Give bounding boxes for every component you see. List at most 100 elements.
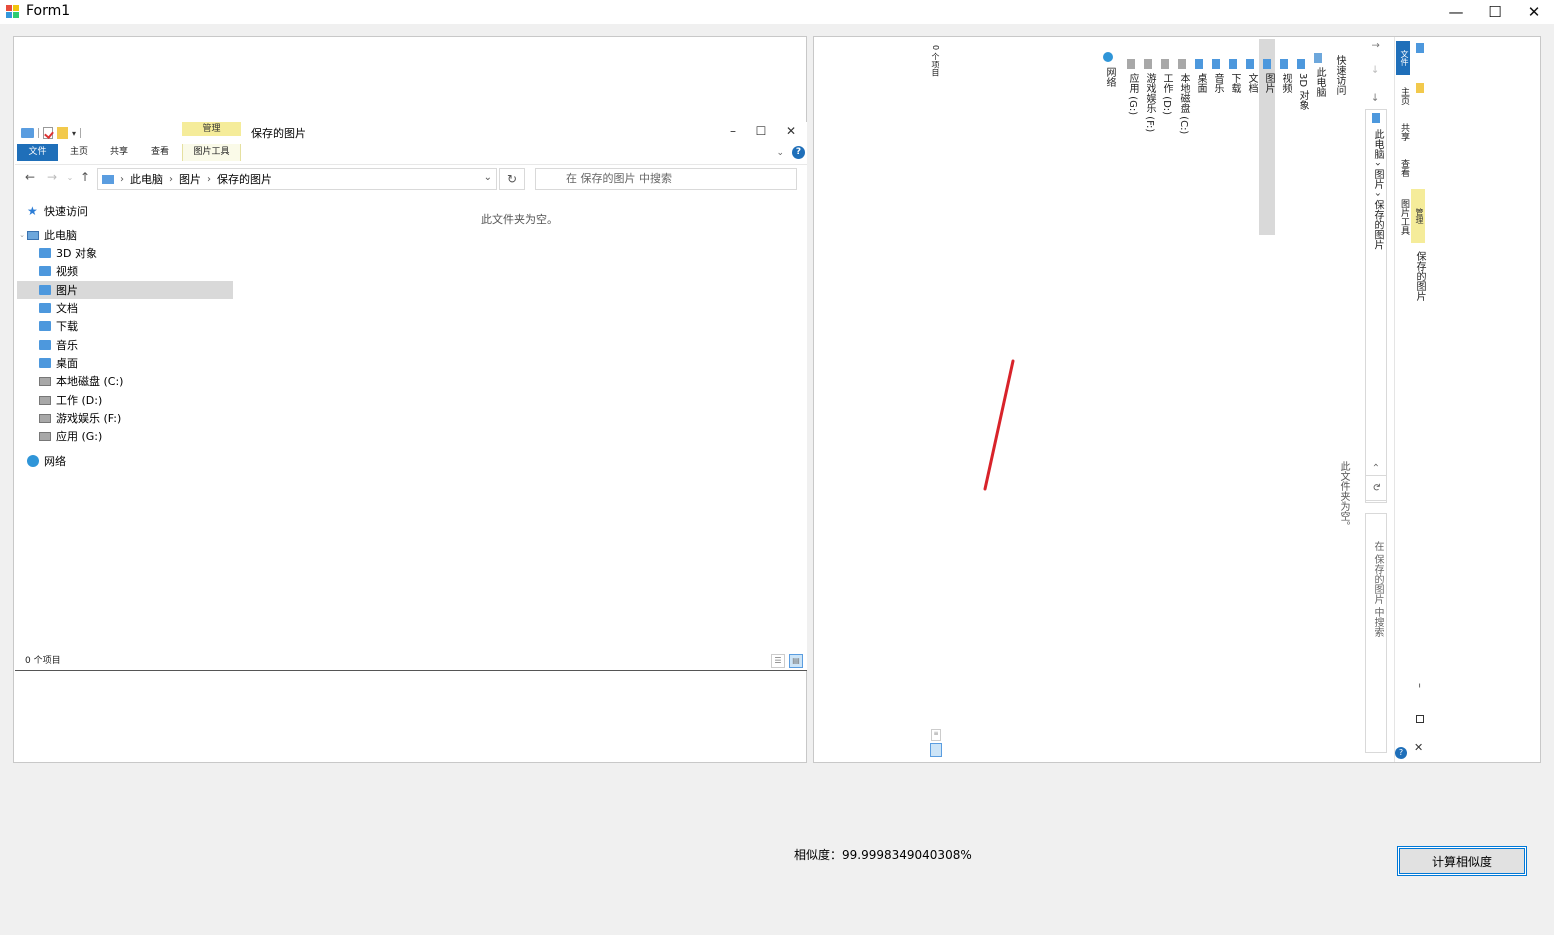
- tab-file[interactable]: 文件: [17, 144, 58, 161]
- rotated-nav-item: 图片: [1263, 73, 1274, 93]
- rotated-manage-tab: 管理: [1411, 189, 1425, 243]
- folder-icon: [1280, 59, 1288, 69]
- nav-pictures[interactable]: 图片: [17, 281, 233, 299]
- folder-icon: [1416, 43, 1424, 53]
- nav-3d-objects[interactable]: 3D 对象: [17, 244, 233, 262]
- nav-videos[interactable]: 视频: [17, 262, 233, 280]
- forward-icon[interactable]: →: [45, 170, 59, 184]
- nav-network[interactable]: 网络: [17, 452, 233, 470]
- window-title: Form1: [26, 3, 71, 19]
- rotated-nav-item: 下载: [1229, 73, 1240, 93]
- folder-icon: [39, 303, 51, 313]
- rotated-close-icon: ✕: [1414, 741, 1424, 754]
- manage-context-tab[interactable]: 管理: [182, 122, 241, 136]
- nav-label: 网络: [44, 455, 66, 468]
- maximize-button[interactable]: ☐: [1475, 0, 1515, 24]
- folder-icon: [1229, 59, 1237, 69]
- nav-downloads[interactable]: 下载: [17, 317, 233, 335]
- app-icon: [6, 5, 19, 18]
- rotated-nav-item: 3D 对象: [1297, 73, 1308, 111]
- folder-icon: [39, 285, 51, 295]
- address-bar[interactable]: › 此电脑 › 图片 › 保存的图片 ⌄: [97, 168, 497, 190]
- breadcrumb-item[interactable]: 保存的图片: [217, 171, 272, 187]
- folder-icon[interactable]: [21, 128, 34, 138]
- separator: [80, 128, 82, 138]
- explorer-close-icon[interactable]: ✕: [781, 124, 801, 138]
- explorer-minimize-icon[interactable]: –: [723, 124, 743, 138]
- recent-dropdown-icon[interactable]: ⌄: [63, 173, 77, 182]
- address-dropdown-icon[interactable]: ⌄: [484, 172, 492, 183]
- separator: [38, 128, 39, 138]
- tab-picture-tools[interactable]: 图片工具: [182, 144, 241, 161]
- network-icon: [1103, 52, 1113, 62]
- divider: [1394, 37, 1395, 762]
- rotated-minimize-icon: –: [1414, 683, 1425, 688]
- rotated-tab-picture-tools: 图片工具: [1399, 199, 1409, 235]
- new-folder-icon: [1416, 83, 1424, 93]
- refresh-glyph: ↻: [1370, 483, 1381, 492]
- nav-drive-g[interactable]: 应用 (G:): [17, 427, 233, 445]
- rotated-nav-item: 工作 (D:): [1161, 73, 1172, 116]
- nav-drive-d[interactable]: 工作 (D:): [17, 391, 233, 409]
- nav-label: 文档: [56, 302, 78, 315]
- source-image-panel: ▾ 管理 保存的图片 – ☐ ✕ 文件 主页 共享 查看 图片工具 ⌄ ? ← …: [13, 36, 807, 763]
- tab-view[interactable]: 查看: [143, 144, 177, 161]
- nav-label: 桌面: [56, 357, 78, 370]
- close-button[interactable]: ✕: [1514, 0, 1554, 24]
- nav-drive-c[interactable]: 本地磁盘 (C:): [17, 372, 233, 390]
- explorer-window: ▾ 管理 保存的图片 – ☐ ✕ 文件 主页 共享 查看 图片工具 ⌄ ? ← …: [15, 122, 807, 670]
- breadcrumb-item[interactable]: 此电脑: [130, 171, 163, 187]
- rotated-search-placeholder: 在 保存的图片 中搜索: [1372, 541, 1383, 638]
- nav-label: 图片: [56, 284, 78, 297]
- refresh-icon[interactable]: ↻: [499, 168, 525, 190]
- nav-label: 游戏娱乐 (F:): [56, 412, 122, 425]
- help-icon[interactable]: ?: [792, 146, 805, 159]
- rotated-nav-item: 音乐: [1212, 73, 1223, 93]
- rotated-details-view-icon: ≡: [931, 729, 941, 741]
- nav-this-pc[interactable]: ⌄ 此电脑: [17, 226, 233, 244]
- rotated-empty-message: 此文件夹为空。: [1338, 461, 1349, 531]
- tab-home[interactable]: 主页: [63, 144, 95, 161]
- nav-label: 此电脑: [44, 229, 77, 242]
- search-input[interactable]: 在 保存的图片 中搜索: [535, 168, 797, 190]
- breadcrumb-item[interactable]: 图片: [179, 171, 201, 187]
- drive-icon: [39, 431, 51, 441]
- tab-share[interactable]: 共享: [103, 144, 135, 161]
- drive-icon: [1161, 59, 1169, 69]
- quick-access-toolbar: ▾: [21, 127, 82, 139]
- calculate-similarity-button[interactable]: 计算相似度: [1397, 846, 1527, 876]
- back-icon[interactable]: ←: [23, 170, 37, 184]
- rotated-dropdown-icon: ‹: [1370, 463, 1381, 467]
- rotated-nav-item: 应用 (G:): [1127, 73, 1138, 116]
- empty-folder-message: 此文件夹为空。: [481, 213, 558, 226]
- explorer-maximize-icon[interactable]: ☐: [751, 124, 771, 138]
- nav-label: 工作 (D:): [56, 394, 103, 407]
- up-icon[interactable]: ↑: [78, 170, 92, 184]
- nav-label: 3D 对象: [56, 247, 97, 260]
- properties-icon[interactable]: [43, 127, 53, 139]
- details-view-icon[interactable]: ☰: [771, 654, 785, 668]
- nav-desktop[interactable]: 桌面: [17, 354, 233, 372]
- folder-icon: [1212, 59, 1220, 69]
- nav-label: 快速访问: [44, 205, 88, 218]
- folder-icon: [1246, 59, 1254, 69]
- rotated-tab-share: 共享: [1399, 123, 1409, 141]
- nav-quick-access[interactable]: ★ 快速访问: [17, 202, 233, 220]
- rotated-large-icons-view-icon: [930, 743, 942, 757]
- nav-drive-f[interactable]: 游戏娱乐 (F:): [17, 409, 233, 427]
- network-icon: [27, 455, 39, 467]
- nav-music[interactable]: 音乐: [17, 336, 233, 354]
- drive-icon: [1178, 59, 1186, 69]
- nav-label: 本地磁盘 (C:): [56, 375, 124, 388]
- ribbon-expand-icon[interactable]: ⌄: [776, 148, 784, 158]
- new-folder-icon[interactable]: [57, 127, 68, 139]
- explorer-titlebar: ▾ 管理 保存的图片 – ☐ ✕: [15, 122, 807, 144]
- folder-icon: [39, 358, 51, 368]
- nav-documents[interactable]: 文档: [17, 299, 233, 317]
- minimize-button[interactable]: —: [1436, 0, 1476, 24]
- status-bar: 0 个项目 ☰ ▤: [15, 653, 807, 670]
- ribbon-tabs: 文件 主页 共享 查看 图片工具 ⌄ ?: [15, 144, 807, 162]
- large-icons-view-icon[interactable]: ▤: [789, 654, 803, 668]
- customize-arrow-icon[interactable]: ▾: [72, 129, 76, 138]
- nav-label: 音乐: [56, 339, 78, 352]
